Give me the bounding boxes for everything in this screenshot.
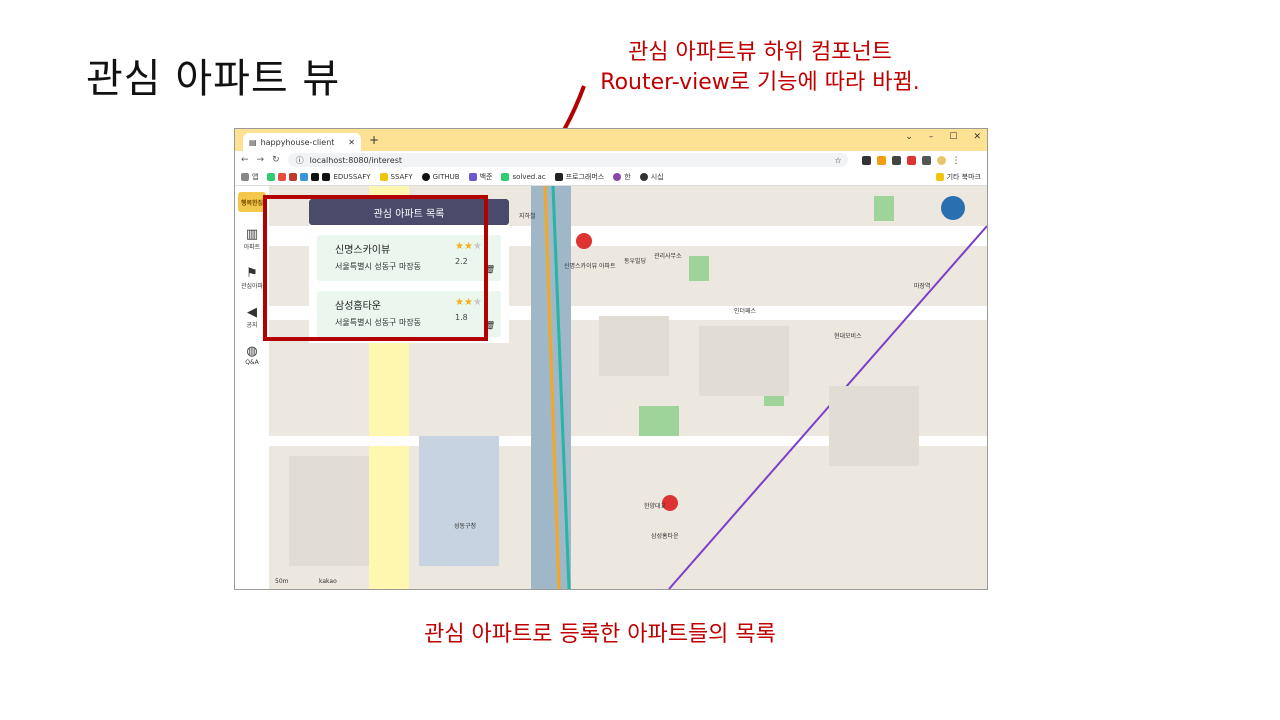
map-label: 관리사무소 [654,253,682,260]
district-office [419,436,499,566]
annotation-bottom: 관심 아파트로 등록한 아파트들의 목록 [424,622,776,647]
puzzle-icon[interactable] [921,155,931,165]
back-icon[interactable]: ← [241,155,249,165]
bookmarks-bar: 앱 EDUSSAFY SSAFY GITHUB 백준 solved.ac 프로그… [235,169,987,186]
reload-icon[interactable]: ↻ [272,155,280,165]
profile-icon[interactable] [936,155,946,165]
extension-icon[interactable] [891,155,901,165]
park [874,196,894,221]
chevron-down-icon[interactable]: ⌄ [905,132,913,142]
maximize-icon[interactable]: ☐ [949,132,957,142]
bookmark-item[interactable]: SSAFY [379,173,413,181]
new-tab-button[interactable]: + [369,133,379,147]
block [829,386,919,466]
tab-bar: ▤ happyhouse-client ✕ + ⌄ – ☐ ✕ [235,129,987,151]
map-label: 동우빌딩 [624,258,647,265]
tab-title: happyhouse-client [260,137,335,147]
avatar[interactable] [941,196,965,220]
park [689,256,709,281]
extensions: ⋮ [861,155,961,166]
qa-icon: ◍ [246,344,258,359]
address-bar-row: ← → ↻ ⓘ localhost:8080/interest ☆ ⋮ [235,151,987,169]
url-field[interactable]: ⓘ localhost:8080/interest ☆ [287,153,848,167]
bookmark-item[interactable]: EDUSSAFY [267,173,371,181]
bookmark-item[interactable]: solved.ac [501,173,546,181]
map-provider: kakao [319,578,337,585]
bookmark-item[interactable]: 한 [613,172,631,182]
forward-icon[interactable]: → [257,155,265,165]
url-text: localhost:8080/interest [309,155,402,165]
nav-item-qa[interactable]: ◍ Q&A [235,344,269,367]
map-label: 삼성홈타운 [651,533,679,540]
map-label: 지하철 [519,213,536,220]
app-logo[interactable]: 행복한집 [238,192,266,212]
bookmark-item[interactable]: GITHUB [421,173,460,181]
park [639,406,679,436]
window-controls: ⌄ – ☐ ✕ [905,132,981,142]
info-icon: ⓘ [295,155,304,165]
map-label: 신명스카이뷰 아파트 [564,263,616,270]
star-icon[interactable]: ☆ [834,156,841,165]
bookmark-item[interactable]: 프로그래머스 [554,172,604,182]
browser-tab[interactable]: ▤ happyhouse-client ✕ [243,133,361,151]
map-label: 현대모비스 [834,333,862,340]
extension-icon[interactable] [906,155,916,165]
map-label: 인더패스 [734,308,757,315]
map-label: 한양대교 [644,503,667,510]
map-label: 성동구청 [454,523,477,530]
menu-icon[interactable]: ⋮ [952,156,961,166]
bookmark-item[interactable]: 앱 [241,172,258,182]
highlight-box [263,195,488,341]
block [599,316,669,376]
favicon-icon: ▤ [249,137,257,147]
block [289,456,369,566]
minimize-icon[interactable]: – [929,132,934,142]
block [699,326,789,396]
bookmark-item[interactable]: 백준 [468,172,492,182]
extension-icon[interactable] [876,155,886,165]
map-scale: 50m [275,578,289,585]
extension-icon[interactable] [861,155,871,165]
bookmark-item[interactable]: 시십 [639,172,664,182]
map-label: 마장역 [914,283,931,290]
close-tab-icon[interactable]: ✕ [348,138,355,147]
close-window-icon[interactable]: ✕ [973,132,981,142]
map-marker-icon [576,233,592,249]
other-bookmarks[interactable]: 기타 북마크 [935,172,981,182]
